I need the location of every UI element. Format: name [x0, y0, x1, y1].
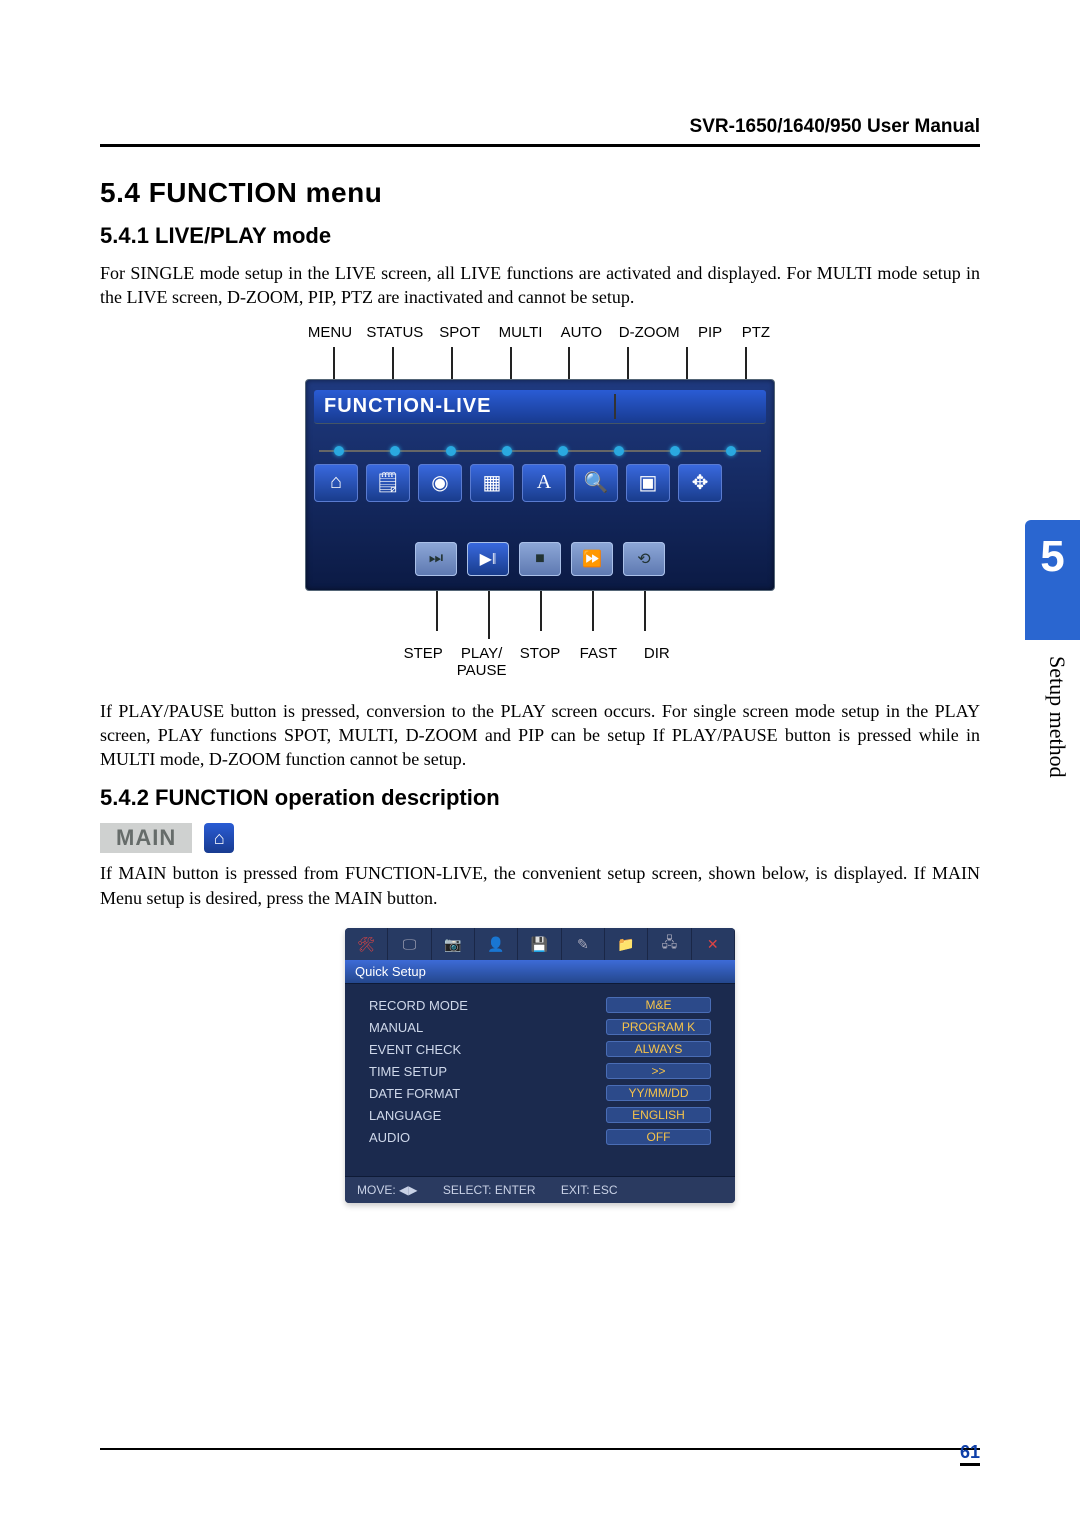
zoom-icon[interactable]: 🔍 [574, 464, 618, 502]
quick-setup-label: MANUAL [369, 1020, 423, 1035]
label-stop: STOP [514, 645, 566, 679]
play-pause-icon[interactable]: ▶‖ [467, 542, 509, 576]
label-menu: MENU [307, 324, 353, 341]
page-number: 61 [960, 1442, 980, 1466]
record-icon[interactable]: ◉ [418, 464, 462, 502]
diagram-top-labels: MENU STATUS SPOT MULTI AUTO D-ZOOM PIP P… [305, 324, 775, 347]
label-pip: PIP [694, 324, 726, 341]
dir-icon[interactable]: ⟲ [623, 542, 665, 576]
clipboard-icon[interactable]: 🗒 [366, 464, 410, 502]
quick-setup-label: RECORD MODE [369, 998, 468, 1013]
quick-setup-tabs: 🛠 🖵 📷 👤 💾 ✎ 📁 🖧 ✕ [345, 928, 735, 960]
label-dir: DIR [631, 645, 683, 679]
chapter-number: 5 [1025, 532, 1080, 582]
label-ptz: PTZ [739, 324, 773, 341]
wrench-icon[interactable]: 🛠 [345, 928, 388, 960]
quick-setup-value[interactable]: >> [606, 1063, 711, 1079]
quick-setup-label: AUDIO [369, 1130, 410, 1145]
quick-setup-label: LANGUAGE [369, 1108, 441, 1123]
paragraph: For SINGLE mode setup in the LIVE screen… [100, 261, 980, 310]
quick-setup-row[interactable]: EVENT CHECK ALWAYS [369, 1038, 711, 1060]
quick-setup-row[interactable]: TIME SETUP >> [369, 1060, 711, 1082]
grid-icon[interactable]: ▦ [470, 464, 514, 502]
home-icon: ⌂ [204, 823, 234, 853]
fast-icon[interactable]: ⏩ [571, 542, 613, 576]
stop-icon[interactable]: ■ [519, 542, 561, 576]
edit-icon[interactable]: ✎ [562, 928, 605, 960]
chapter-label: Setup method [1044, 656, 1070, 778]
section-heading: 5.4 FUNCTION menu [100, 177, 980, 209]
quick-setup-row[interactable]: LANGUAGE ENGLISH [369, 1104, 711, 1126]
quick-setup-value[interactable]: YY/MM/DD [606, 1085, 711, 1101]
main-label: MAIN [100, 823, 192, 853]
paragraph: If MAIN button is pressed from FUNCTION-… [100, 861, 980, 910]
quick-setup-value[interactable]: M&E [606, 997, 711, 1013]
quick-setup-panel: 🛠 🖵 📷 👤 💾 ✎ 📁 🖧 ✕ Quick Setup RECORD MOD… [345, 928, 735, 1203]
disk-icon[interactable]: 💾 [518, 928, 561, 960]
footer-exit: EXIT: ESC [561, 1183, 618, 1197]
subsection-heading-2: 5.4.2 FUNCTION operation description [100, 785, 980, 811]
home-icon[interactable]: ⌂ [314, 464, 358, 502]
subsection-heading-1: 5.4.1 LIVE/PLAY mode [100, 223, 980, 249]
label-multi: MULTI [496, 324, 546, 341]
person-icon[interactable]: 👤 [475, 928, 518, 960]
quick-setup-row[interactable]: MANUAL PROGRAM K [369, 1016, 711, 1038]
quick-setup-row[interactable]: AUDIO OFF [369, 1126, 711, 1148]
step-icon[interactable]: ⏭ [415, 542, 457, 576]
icon-row-bottom: ⏭ ▶‖ ■ ⏩ ⟲ [314, 542, 766, 576]
auto-a-icon[interactable]: A [522, 464, 566, 502]
label-fast: FAST [572, 645, 624, 679]
quick-setup-footer: MOVE: ◀▶ SELECT: ENTER EXIT: ESC [345, 1176, 735, 1203]
label-step: STEP [397, 645, 449, 679]
quick-setup-title: Quick Setup [345, 960, 735, 984]
quick-setup-label: EVENT CHECK [369, 1042, 461, 1057]
quick-setup-label: TIME SETUP [369, 1064, 447, 1079]
monitor-icon[interactable]: 🖵 [388, 928, 431, 960]
quick-setup-label: DATE FORMAT [369, 1086, 460, 1101]
footer-move: MOVE: ◀▶ [357, 1183, 417, 1197]
folder-icon[interactable]: 📁 [605, 928, 648, 960]
label-spot: SPOT [437, 324, 483, 341]
label-play-pause: PLAY/ PAUSE [455, 645, 507, 679]
label-dzoom: D-ZOOM [617, 324, 681, 341]
paragraph: If PLAY/PAUSE button is pressed, convers… [100, 699, 980, 772]
quick-setup-value[interactable]: OFF [606, 1129, 711, 1145]
chapter-tab: 5 [1025, 520, 1080, 640]
quick-setup-value[interactable]: ALWAYS [606, 1041, 711, 1057]
panel-title: FUNCTION-LIVE [314, 390, 766, 424]
quick-setup-value[interactable]: PROGRAM K [606, 1019, 711, 1035]
move-icon[interactable]: ✥ [678, 464, 722, 502]
footer-select: SELECT: ENTER [443, 1183, 536, 1197]
network-icon[interactable]: 🖧 [648, 928, 691, 960]
quick-setup-value[interactable]: ENGLISH [606, 1107, 711, 1123]
manual-title: SVR-1650/1640/950 User Manual [100, 116, 980, 147]
close-icon[interactable]: ✕ [692, 928, 735, 960]
quick-setup-row[interactable]: DATE FORMAT YY/MM/DD [369, 1082, 711, 1104]
function-live-diagram: MENU STATUS SPOT MULTI AUTO D-ZOOM PIP P… [305, 324, 775, 679]
label-auto: AUTO [558, 324, 604, 341]
camera-icon[interactable]: 📷 [432, 928, 475, 960]
label-status: STATUS [366, 324, 424, 341]
icon-row-top: ⌂ 🗒 ◉ ▦ A 🔍 ▣ ✥ [314, 464, 766, 502]
pip-icon[interactable]: ▣ [626, 464, 670, 502]
quick-setup-row[interactable]: RECORD MODE M&E [369, 994, 711, 1016]
